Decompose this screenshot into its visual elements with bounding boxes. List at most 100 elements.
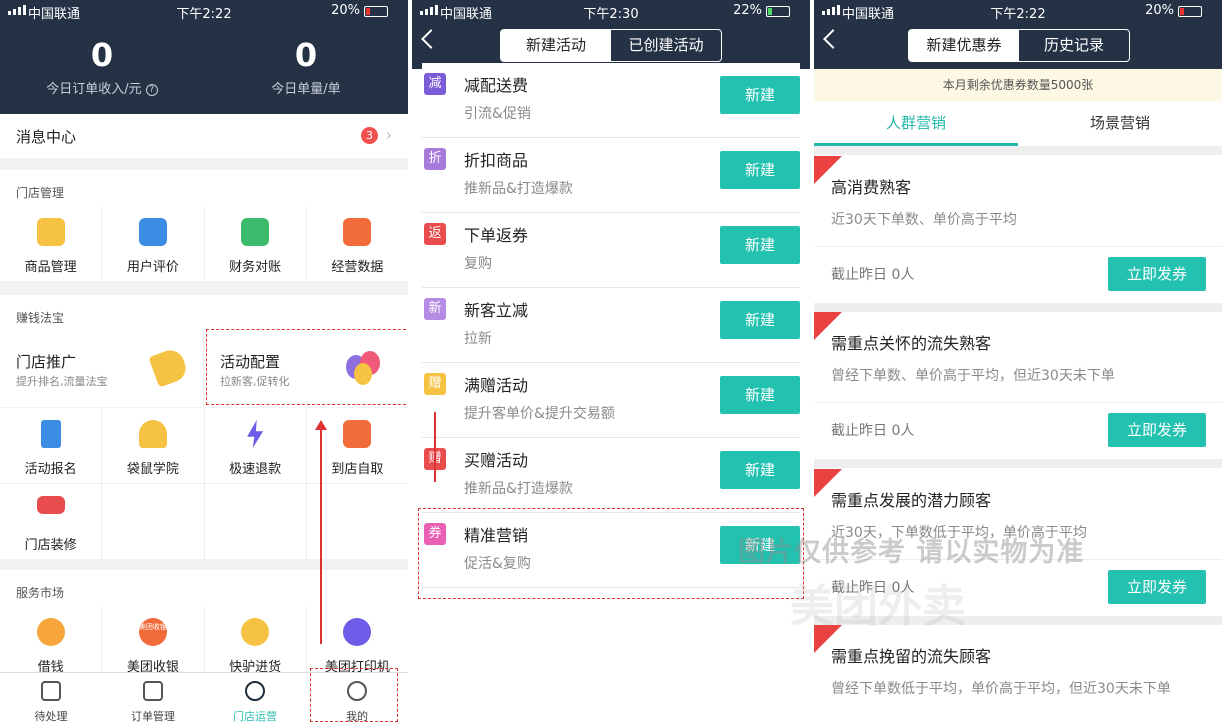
coupon-desc: 曾经下单数低于平均，单价高于平均，但近30天未下单 — [831, 681, 1171, 697]
coupon-desc: 曾经下单数、单价高于平均，但近30天未下单 — [831, 368, 1115, 384]
tab-label: 门店运营 — [233, 710, 277, 723]
tab-scene-marketing[interactable]: 场景营销 — [1018, 101, 1222, 146]
business-data-item[interactable]: 经营数据 — [306, 206, 408, 281]
tab-mine[interactable]: 我的 — [306, 673, 408, 724]
store-grid: 商品管理 用户评价 财务对账 经营数据 — [0, 206, 408, 281]
activity-signup-item[interactable]: 活动报名 — [0, 408, 102, 483]
watermark-logo-text: 美团外卖 — [790, 581, 966, 632]
divider — [814, 459, 1222, 468]
chevron-right-icon: › — [386, 126, 392, 144]
tab-store-ops[interactable]: 门店运营 — [204, 673, 306, 724]
tab-label: 我的 — [346, 710, 368, 723]
watermark: 图片仅供参考 请以实物为准 — [738, 537, 1085, 568]
message-center-label: 消息中心 — [16, 128, 77, 146]
promo-subtitle: 拉新客,促转化 — [220, 375, 290, 388]
item-label: 活动报名 — [24, 462, 77, 477]
tab-crowd-marketing[interactable]: 人群营销 — [814, 101, 1018, 146]
new-activity-button[interactable]: 新建 — [720, 226, 800, 264]
issue-coupon-button[interactable]: 立即发券 — [1108, 570, 1206, 604]
new-activity-button[interactable]: 新建 — [720, 76, 800, 114]
remaining-coupons-notice: 本月剩余优惠券数量5000张 — [814, 69, 1222, 101]
item-label: 极速退款 — [229, 462, 282, 477]
issue-coupon-button[interactable]: 立即发券 — [1108, 413, 1206, 447]
new-activity-button[interactable]: 新建 — [720, 151, 800, 189]
income-stat: 0 今日订单收入/元 ? — [0, 36, 204, 97]
activity-subtitle: 提升客单价&提升交易额 — [464, 406, 615, 422]
user-review-item[interactable]: 用户评价 — [102, 206, 204, 281]
paint-roller-icon — [36, 496, 65, 514]
finance-item[interactable]: 财务对账 — [204, 206, 306, 281]
orders-label: 今日单量/单 — [271, 82, 341, 97]
activity-title: 新客立减 — [464, 301, 529, 320]
income-value: 0 — [90, 36, 114, 74]
store-promotion-card[interactable]: 门店推广 提升排名,流量法宝 — [0, 331, 204, 407]
empty-cell — [102, 484, 204, 559]
activity-tag: 赠 — [424, 373, 446, 395]
coupon-count: 截止昨日 0人 — [831, 423, 915, 439]
lightning-icon — [247, 420, 264, 448]
arrow-head-icon — [315, 420, 327, 430]
bottom-tab-bar: 待处理 订单管理 门店运营 我的 — [0, 672, 408, 724]
activity-title: 满赠活动 — [464, 376, 529, 395]
item-label: 门店装修 — [24, 538, 77, 553]
new-activity-button[interactable]: 新建 — [720, 301, 800, 339]
activity-row: 赠买赠活动推新品&打造爆款新建 — [422, 438, 800, 513]
store-decor-item[interactable]: 门店装修 — [0, 484, 102, 559]
tab-created-activity[interactable]: 已创建活动 — [611, 30, 721, 61]
activity-subtitle: 促活&复购 — [464, 556, 531, 572]
divider — [814, 303, 1222, 312]
tab-pending[interactable]: 待处理 — [0, 673, 102, 724]
kuailv-item[interactable]: 快驴进货 — [204, 606, 306, 681]
meituan-cashier-item[interactable]: 美团收银 美团收银 — [102, 606, 204, 681]
bag-icon — [36, 218, 65, 246]
activity-config-card[interactable]: 活动配置 拉新客,促转化 — [204, 331, 408, 407]
tab-history[interactable]: 历史记录 — [1019, 30, 1129, 61]
store-icon — [343, 420, 372, 448]
money-section-title: 赚钱法宝 — [0, 295, 408, 331]
clipboard-icon — [41, 681, 61, 701]
kangaroo-academy-item[interactable]: 袋鼠学院 — [102, 408, 204, 483]
guide-arrow — [434, 412, 436, 482]
new-activity-button[interactable]: 新建 — [720, 451, 800, 489]
service-section-title: 服务市场 — [0, 570, 408, 606]
tab-orders[interactable]: 订单管理 — [102, 673, 204, 724]
product-manage-item[interactable]: 商品管理 — [0, 206, 102, 281]
megaphone-icon — [148, 346, 190, 388]
coupon-title: 需重点挽留的流失顾客 — [831, 647, 992, 666]
guide-arrow — [320, 428, 322, 644]
fast-refund-item[interactable]: 极速退款 — [204, 408, 306, 483]
service-grid: 借钱 美团收银 美团收银 快驴进货 美团打印机 — [0, 606, 408, 681]
coupon-title: 高消费熟客 — [831, 178, 912, 197]
tab-new-coupon[interactable]: 新建优惠券 — [909, 30, 1019, 61]
activity-title: 减配送费 — [464, 76, 529, 95]
money-grid: 活动报名 袋鼠学院 极速退款 到店自取 门店装修 — [0, 408, 408, 559]
activity-tag: 券 — [424, 523, 446, 545]
new-activity-button[interactable]: 新建 — [720, 376, 800, 414]
income-label: 今日订单收入/元 — [46, 82, 142, 97]
loan-item[interactable]: 借钱 — [0, 606, 102, 681]
printer-icon — [343, 618, 372, 646]
activity-subtitle: 推新品&打造爆款 — [464, 481, 573, 497]
cashier-logo-icon: 美团收银 — [138, 618, 167, 646]
status-bar: 中国联通 下午2:22 20% — [0, 0, 408, 22]
tab-new-activity[interactable]: 新建活动 — [501, 30, 611, 61]
coupon-title: 需重点发展的潜力顾客 — [831, 491, 992, 510]
coupon-card: 需重点挽留的流失顾客曾经下单数低于平均，单价高于平均，但近30天未下单 — [814, 625, 1222, 724]
activity-row: 折折扣商品 推新品&打造爆款 新建 — [422, 138, 800, 213]
item-label: 袋鼠学院 — [126, 462, 179, 477]
activity-row: 返下单返券 复购 新建 — [422, 213, 800, 288]
status-bar: 中国联通 下午2:30 22% — [412, 0, 810, 22]
issue-coupon-button[interactable]: 立即发券 — [1108, 257, 1206, 291]
coupon-title: 需重点关怀的流失熟客 — [831, 334, 992, 353]
pen-icon — [40, 420, 61, 448]
coin-icon — [36, 618, 65, 646]
order-icon — [143, 681, 163, 701]
store-home-screen: 中国联通 下午2:22 20% 0 今日订单收入/元 ? 0 今日单量/单 消息… — [0, 0, 408, 724]
coupon-count: 截止昨日 0人 — [831, 267, 915, 283]
activity-subtitle: 拉新 — [464, 331, 492, 347]
help-icon[interactable]: ? — [145, 83, 158, 96]
activity-title: 精准营销 — [464, 526, 529, 545]
message-center[interactable]: 消息中心 3 › — [0, 114, 408, 158]
printer-item[interactable]: 美团打印机 — [306, 606, 408, 681]
kuailv-logo-icon — [241, 618, 270, 646]
